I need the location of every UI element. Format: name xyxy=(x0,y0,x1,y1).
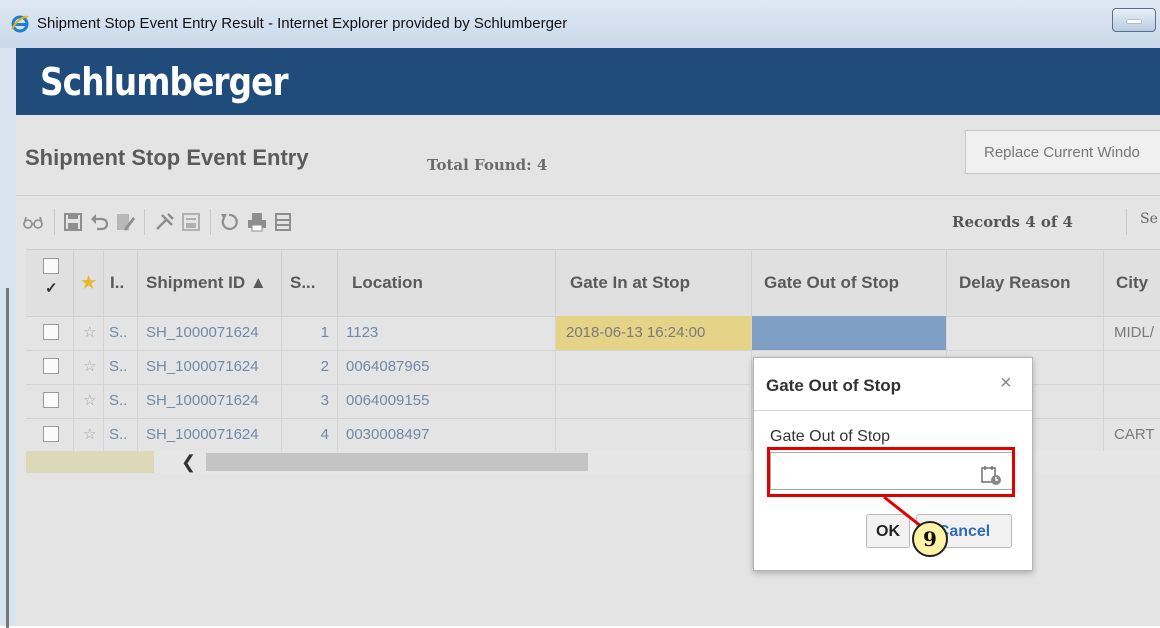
column-header-location[interactable]: Location xyxy=(338,250,556,316)
page-title: Shipment Stop Event Entry xyxy=(25,145,309,170)
undo-icon[interactable] xyxy=(88,211,110,233)
column-header-shipment-id[interactable]: Shipment ID ▲ xyxy=(138,250,282,316)
cell-gate-in[interactable]: 2018-06-13 16:24:00 xyxy=(556,316,752,350)
scroll-left-arrow-icon[interactable]: ❮ xyxy=(181,451,196,473)
cell-i[interactable]: S.. xyxy=(104,384,138,418)
window-left-frame xyxy=(0,48,16,628)
close-icon[interactable]: × xyxy=(1000,372,1012,395)
minimize-button[interactable] xyxy=(1112,8,1156,32)
cell-shipment-id[interactable]: SH_1000071624 xyxy=(138,384,282,418)
window-mode-select[interactable]: Replace Current Windo xyxy=(965,130,1160,174)
favorite-cell: ☆ xyxy=(74,418,104,452)
cell-shipment-id[interactable]: SH_1000071624 xyxy=(138,316,282,350)
total-found-count: Total Found: 4 xyxy=(427,156,548,174)
form-icon[interactable] xyxy=(180,211,202,233)
cell-s: 3 xyxy=(282,384,338,418)
column-header-i[interactable]: I.. xyxy=(104,250,138,316)
toolbar-separator xyxy=(1126,209,1127,235)
cell-s: 1 xyxy=(282,316,338,350)
window-titlebar: Shipment Stop Event Entry Result - Inter… xyxy=(0,0,1160,49)
cell-location[interactable]: 0064009155 xyxy=(338,384,556,418)
favorite-column-header: ★ xyxy=(74,250,104,316)
divider xyxy=(16,195,1160,196)
favorite-cell: ☆ xyxy=(74,350,104,384)
tools-icon[interactable] xyxy=(154,211,176,233)
scrollbar-thumb[interactable] xyxy=(206,453,588,471)
ok-button[interactable]: OK xyxy=(866,514,910,548)
table-row[interactable]: ☆ S.. SH_1000071624 1 1123 2018-06-13 16… xyxy=(26,316,1160,351)
cell-s: 2 xyxy=(282,350,338,384)
row-select-cell xyxy=(26,418,74,452)
cell-gate-in[interactable] xyxy=(556,350,752,384)
star-outline-icon[interactable]: ☆ xyxy=(83,426,96,443)
gate-out-field-label: Gate Out of Stop xyxy=(770,428,891,445)
list-icon[interactable] xyxy=(272,211,294,233)
edit-icon[interactable] xyxy=(114,211,136,233)
toolbar-separator xyxy=(210,209,211,235)
toolbar: Records 4 of 4 Se xyxy=(16,197,1160,247)
cell-i[interactable]: S.. xyxy=(104,418,138,452)
cell-city: MIDL/ xyxy=(1114,324,1155,341)
window-title: Shipment Stop Event Entry Result - Inter… xyxy=(37,15,568,32)
star-outline-icon[interactable]: ☆ xyxy=(83,324,96,341)
cell-location[interactable]: 0064087965 xyxy=(338,350,556,384)
toolbar-separator xyxy=(144,209,145,235)
cell-city: CART xyxy=(1114,426,1155,443)
search-button[interactable]: Se xyxy=(1140,211,1158,227)
row-checkbox[interactable] xyxy=(43,358,59,374)
row-checkbox[interactable] xyxy=(43,392,59,408)
cell-delay-reason[interactable] xyxy=(947,316,1104,350)
cell-s: 4 xyxy=(282,418,338,452)
schlumberger-logo: Schlumberger xyxy=(40,60,289,104)
star-outline-icon[interactable]: ☆ xyxy=(83,358,96,375)
app-header: Schlumberger xyxy=(16,48,1160,115)
row-select-cell xyxy=(26,316,74,350)
dialog-divider xyxy=(754,410,1032,411)
column-header-city[interactable]: City xyxy=(1104,250,1160,316)
cell-city xyxy=(1104,384,1160,418)
row-checkbox[interactable] xyxy=(43,426,59,442)
table-header: ★ I.. Shipment ID ▲ S... Location Gate I… xyxy=(26,249,1160,317)
star-outline-icon[interactable]: ☆ xyxy=(83,392,96,409)
frozen-columns-scroll-area xyxy=(26,451,154,473)
cell-location[interactable]: 0030008497 xyxy=(338,418,556,452)
column-header-gate-in[interactable]: Gate In at Stop xyxy=(556,250,752,316)
row-select-cell xyxy=(26,384,74,418)
favorite-cell: ☆ xyxy=(74,384,104,418)
row-checkbox[interactable] xyxy=(43,324,59,340)
row-select-cell xyxy=(26,350,74,384)
dialog-title: Gate Out of Stop xyxy=(766,376,902,395)
star-icon: ★ xyxy=(81,273,97,292)
column-header-s[interactable]: S... xyxy=(282,250,338,316)
print-icon[interactable] xyxy=(246,211,268,233)
cell-gate-out[interactable] xyxy=(752,316,947,350)
cell-gate-in[interactable] xyxy=(556,384,752,418)
cell-i[interactable]: S.. xyxy=(104,350,138,384)
internet-explorer-icon xyxy=(11,15,29,33)
glasses-icon[interactable] xyxy=(22,211,44,233)
cell-location[interactable]: 1123 xyxy=(338,316,556,350)
cell-city xyxy=(1104,350,1160,384)
column-header-gate-out[interactable]: Gate Out of Stop xyxy=(752,250,947,316)
cell-i[interactable]: S.. xyxy=(104,316,138,350)
annotation-highlight-box xyxy=(767,447,1015,497)
toolbar-separator xyxy=(54,209,55,235)
column-header-delay-reason[interactable]: Delay Reason xyxy=(947,250,1104,316)
cell-shipment-id[interactable]: SH_1000071624 xyxy=(138,350,282,384)
favorite-cell: ☆ xyxy=(74,316,104,350)
cell-shipment-id[interactable]: SH_1000071624 xyxy=(138,418,282,452)
save-icon[interactable] xyxy=(62,211,84,233)
select-all-checkbox[interactable] xyxy=(43,256,59,316)
step-number-badge: 9 xyxy=(912,521,948,557)
cell-gate-in[interactable] xyxy=(556,418,752,452)
refresh-icon[interactable] xyxy=(218,211,240,233)
select-all-cell xyxy=(26,250,74,316)
records-count: Records 4 of 4 xyxy=(952,213,1073,231)
